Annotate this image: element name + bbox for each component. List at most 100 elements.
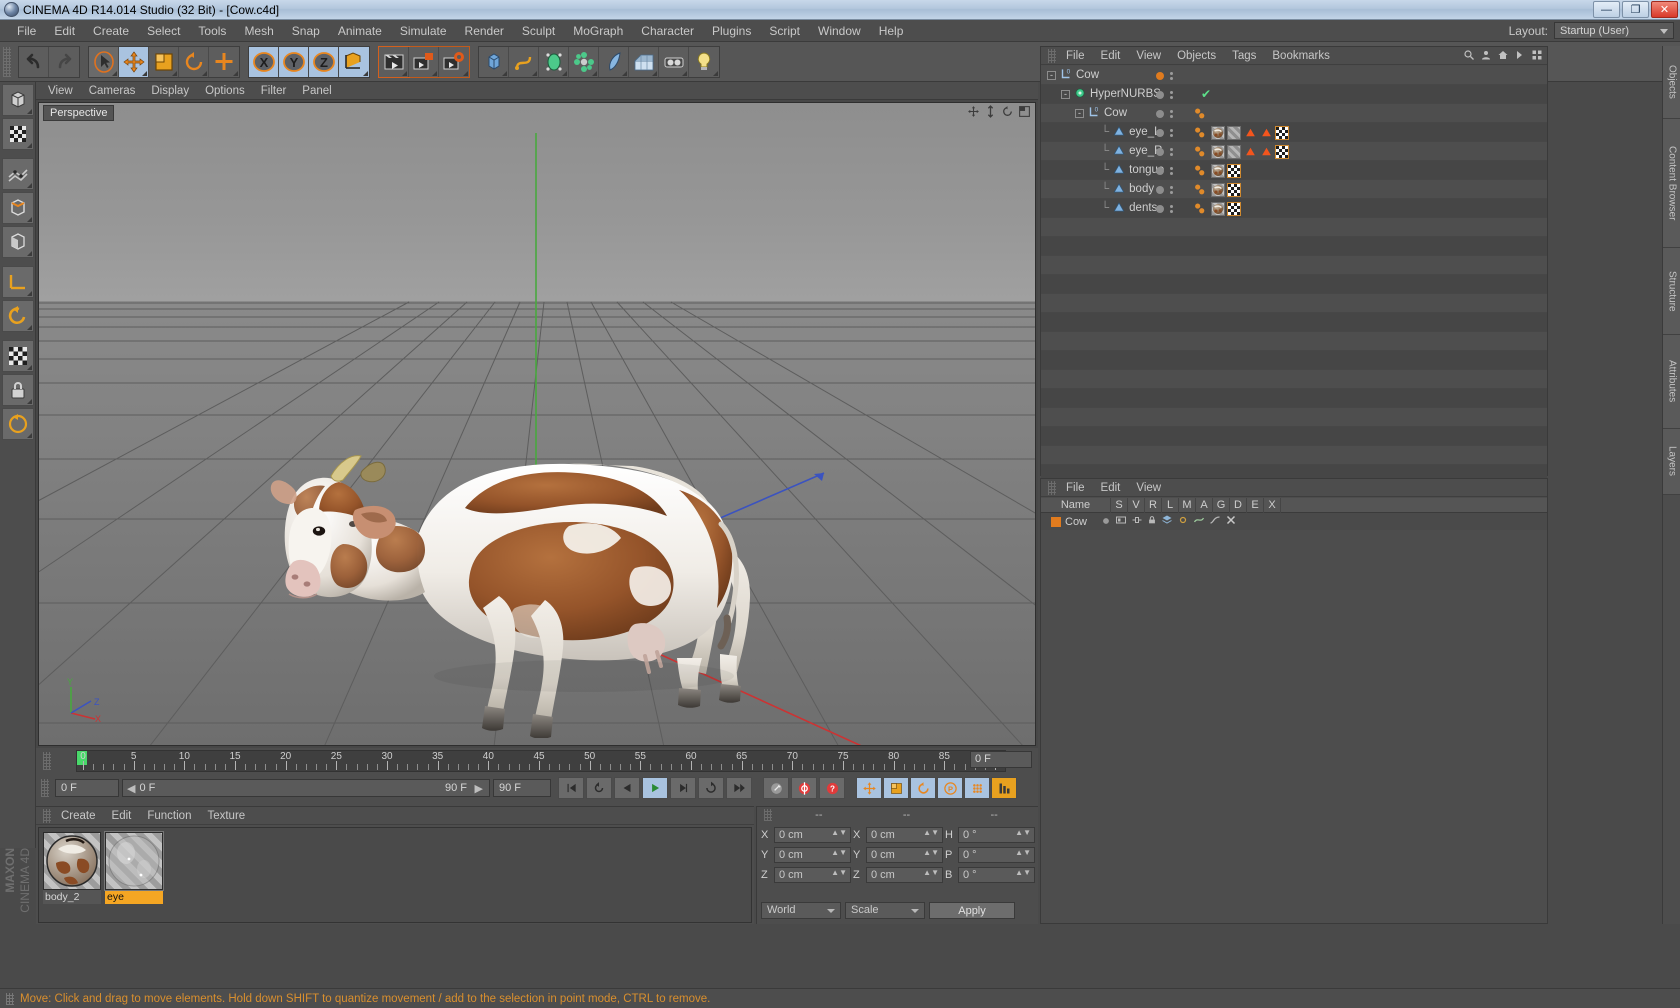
expander-toggle[interactable]: - bbox=[1047, 70, 1056, 80]
orange-dots-icon[interactable] bbox=[1193, 145, 1207, 159]
render-visibility-dots[interactable] bbox=[1170, 166, 1173, 175]
dock-tab-content-browser[interactable]: Content Browser bbox=[1663, 119, 1680, 248]
uvw-tag-icon[interactable] bbox=[1227, 125, 1241, 140]
selection-tag-icon[interactable] bbox=[1259, 145, 1273, 159]
param-key-button[interactable]: P bbox=[937, 777, 963, 799]
object-tags[interactable] bbox=[1193, 142, 1289, 161]
menu-item-file[interactable]: File bbox=[8, 22, 45, 40]
environment-button[interactable] bbox=[629, 46, 659, 77]
timeline-view-button[interactable] bbox=[991, 777, 1017, 799]
object-tags[interactable] bbox=[1193, 180, 1241, 199]
menu-item-window[interactable]: Window bbox=[809, 22, 870, 40]
cow-material-sphere-icon[interactable] bbox=[43, 832, 101, 890]
world-object-axis-button[interactable] bbox=[339, 46, 369, 77]
object-visibility-dots[interactable] bbox=[1156, 180, 1196, 199]
menu-item-help[interactable]: Help bbox=[870, 22, 913, 40]
object-tags[interactable] bbox=[1193, 161, 1241, 180]
add-tool-button[interactable] bbox=[209, 46, 239, 77]
render-visibility-dots[interactable] bbox=[1170, 185, 1173, 194]
render-visibility-dots[interactable] bbox=[1170, 204, 1173, 213]
object-tags[interactable] bbox=[1193, 199, 1241, 218]
layer-row[interactable]: Cow bbox=[1041, 513, 1547, 530]
spline-button[interactable] bbox=[509, 46, 539, 77]
orange-dots-icon[interactable] bbox=[1193, 164, 1207, 178]
timeline-grip[interactable] bbox=[43, 752, 51, 770]
editor-visibility-dot[interactable] bbox=[1156, 166, 1164, 175]
render-visibility-dots[interactable] bbox=[1170, 71, 1173, 80]
live-selection-button[interactable] bbox=[89, 46, 119, 77]
uvw-tag-icon[interactable] bbox=[1227, 144, 1241, 159]
timeline-frame-field[interactable]: 0 F bbox=[970, 751, 1032, 768]
editor-visibility-dot[interactable] bbox=[1156, 128, 1164, 137]
layer-deformer-icon[interactable] bbox=[1209, 514, 1221, 529]
menu-item-mograph[interactable]: MoGraph bbox=[564, 22, 632, 40]
loop-button[interactable] bbox=[698, 777, 724, 799]
viewport-solo-button[interactable] bbox=[1, 340, 34, 372]
polygons-mode-button[interactable] bbox=[1, 226, 34, 258]
layer-visible-icon[interactable] bbox=[1115, 514, 1127, 529]
scale-mode-select[interactable]: Scale bbox=[845, 902, 925, 919]
coordinates-grip[interactable] bbox=[764, 809, 772, 821]
menu-item-tools[interactable]: Tools bbox=[189, 22, 235, 40]
object-menu-objects[interactable]: Objects bbox=[1169, 49, 1224, 63]
checker-tag-icon[interactable] bbox=[1227, 182, 1241, 197]
cow-3d-model[interactable] bbox=[269, 358, 789, 739]
position-y-input[interactable]: 0 cm ▲▼ bbox=[774, 846, 851, 863]
record-active-objects-button[interactable] bbox=[763, 777, 789, 799]
expander-toggle[interactable]: - bbox=[1075, 108, 1084, 118]
maximize-view-icon[interactable] bbox=[1018, 105, 1031, 121]
quantize-button[interactable] bbox=[1, 408, 34, 440]
render-visibility-dots[interactable] bbox=[1170, 147, 1173, 156]
material-manager-grip[interactable] bbox=[43, 808, 51, 823]
material-swatch[interactable]: body_2 bbox=[43, 832, 101, 918]
checker-tag-icon[interactable] bbox=[1227, 201, 1241, 216]
selection-tag-icon[interactable] bbox=[1243, 126, 1257, 140]
size-x-input[interactable]: 0 cm ▲▼ bbox=[866, 826, 943, 843]
render-visibility-dots[interactable] bbox=[1170, 128, 1173, 137]
coordinate-system-select[interactable]: World bbox=[761, 902, 841, 919]
goto-start-button[interactable] bbox=[558, 777, 584, 799]
glass-material-sphere-icon[interactable] bbox=[104, 831, 164, 891]
lock-z-button[interactable]: Z bbox=[309, 46, 339, 77]
checker-tag-icon[interactable] bbox=[1227, 163, 1241, 178]
step-forward-keyframe-button[interactable] bbox=[670, 777, 696, 799]
menu-item-mesh[interactable]: Mesh bbox=[235, 22, 282, 40]
step-back-keyframe-button[interactable] bbox=[586, 777, 612, 799]
material-tag-icon[interactable] bbox=[1211, 144, 1225, 159]
autokeying-button[interactable] bbox=[791, 777, 817, 799]
layer-lock-icon[interactable] bbox=[1147, 514, 1157, 529]
orange-dots-icon[interactable] bbox=[1193, 107, 1207, 121]
rotation-key-button[interactable] bbox=[910, 777, 936, 799]
forward-icon[interactable] bbox=[1514, 49, 1526, 64]
object-menu-tags[interactable]: Tags bbox=[1224, 49, 1264, 63]
object-row[interactable]: - 0 Cow bbox=[1041, 66, 1547, 85]
scale-key-button[interactable] bbox=[883, 777, 909, 799]
workplane-button[interactable] bbox=[1, 266, 34, 298]
object-visibility-dots[interactable] bbox=[1156, 85, 1196, 104]
edges-mode-button[interactable] bbox=[1, 192, 34, 224]
object-visibility-dots[interactable] bbox=[1156, 66, 1196, 85]
viewport-menu-display[interactable]: Display bbox=[143, 84, 197, 98]
object-visibility-dots[interactable] bbox=[1156, 142, 1196, 161]
expander-toggle[interactable]: - bbox=[1061, 89, 1070, 99]
status-bar-grip[interactable] bbox=[6, 992, 14, 1005]
play-back-button[interactable] bbox=[614, 777, 640, 799]
menu-item-sculpt[interactable]: Sculpt bbox=[513, 22, 564, 40]
home-icon[interactable] bbox=[1497, 49, 1509, 64]
object-row[interactable]: └ eye_L bbox=[1041, 123, 1547, 142]
render-region-button[interactable] bbox=[409, 46, 439, 77]
person-icon[interactable] bbox=[1480, 49, 1492, 64]
material-swatch-list[interactable]: body_2 eye bbox=[38, 827, 752, 923]
camera-button[interactable] bbox=[659, 46, 689, 77]
object-row[interactable]: └ dents bbox=[1041, 199, 1547, 218]
scale-view-icon[interactable] bbox=[984, 105, 997, 121]
material-tag-icon[interactable] bbox=[1211, 125, 1225, 140]
object-tags[interactable] bbox=[1193, 123, 1289, 142]
layer-manager-icon[interactable] bbox=[1161, 514, 1173, 529]
object-manager-grip[interactable] bbox=[1048, 48, 1056, 63]
object-visibility-dots[interactable] bbox=[1156, 104, 1196, 123]
timeline-controls-grip[interactable] bbox=[41, 779, 49, 797]
editor-visibility-dot[interactable] bbox=[1156, 90, 1164, 99]
object-name-cell[interactable]: └ tongue bbox=[1089, 162, 1164, 179]
object-menu-bookmarks[interactable]: Bookmarks bbox=[1264, 49, 1338, 63]
